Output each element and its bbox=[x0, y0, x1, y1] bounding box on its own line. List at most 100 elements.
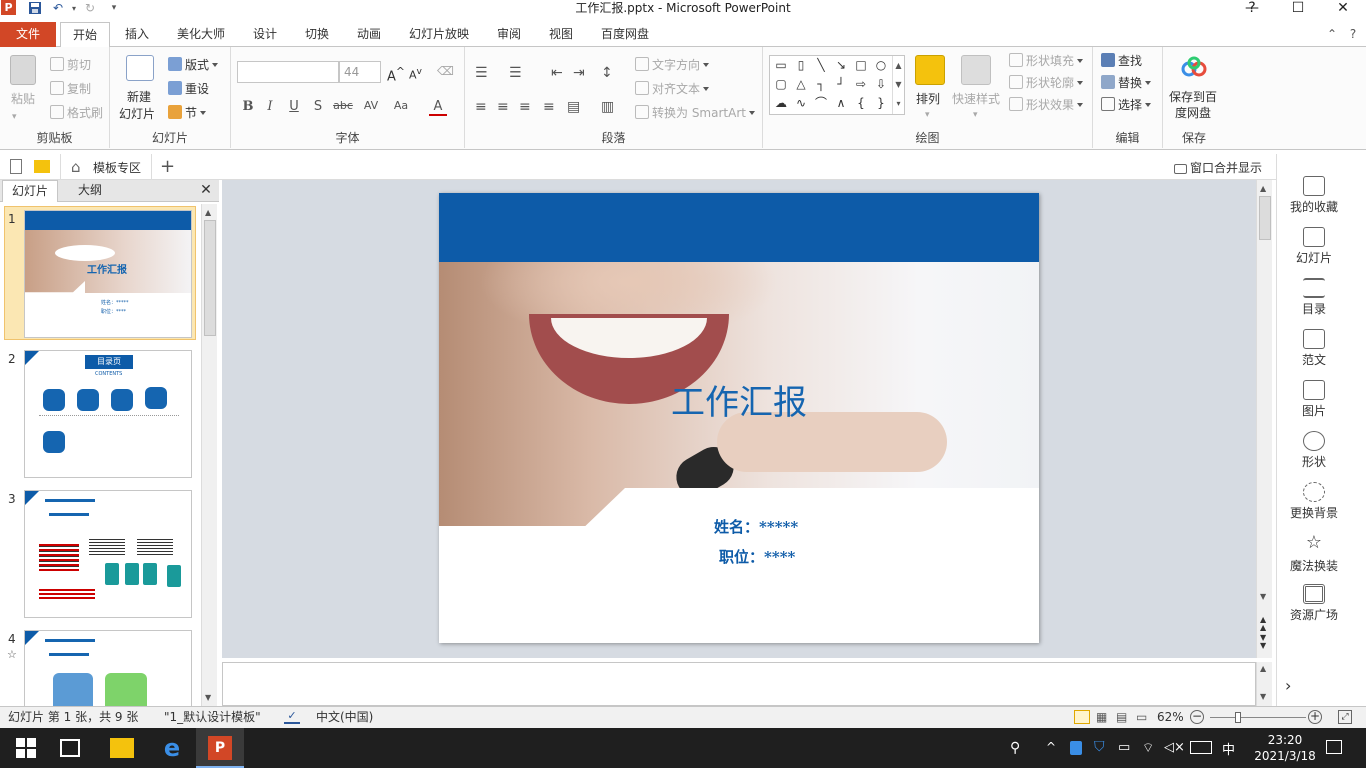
numbering-icon[interactable]: ☰ bbox=[509, 65, 522, 81]
theme-status[interactable]: "1_默认设计模板" bbox=[164, 707, 261, 727]
zoom-out-icon[interactable]: − bbox=[1190, 710, 1204, 724]
canvas-scrollbar[interactable]: ▲ ▼ ▲ ▲ ▼ ▼ bbox=[1256, 180, 1272, 658]
next-slide-icon[interactable]: ▼ ▼ bbox=[1260, 634, 1266, 650]
strikethrough-button[interactable]: abc bbox=[331, 99, 355, 112]
text-direction-button[interactable]: 文字方向 bbox=[635, 57, 710, 73]
scroll-up-icon[interactable]: ▲ bbox=[1260, 184, 1266, 193]
fit-to-window-icon[interactable]: ⤢ bbox=[1338, 710, 1352, 724]
slide-thumbnail-3[interactable] bbox=[24, 490, 192, 618]
baidu-cloud-icon[interactable] bbox=[1179, 55, 1209, 81]
images-button[interactable]: 图片 bbox=[1277, 380, 1351, 419]
people-icon[interactable]: ⚲ bbox=[1010, 740, 1020, 756]
scroll-thumb[interactable] bbox=[204, 220, 216, 336]
arrange-dropdown-icon[interactable]: ▾ bbox=[925, 107, 930, 123]
tab-transitions[interactable]: 切换 bbox=[294, 22, 340, 47]
slides-library-button[interactable]: 幻灯片 bbox=[1277, 227, 1351, 266]
wifi-icon[interactable]: ⌔ bbox=[1142, 740, 1154, 756]
quick-styles-icon[interactable] bbox=[961, 55, 991, 85]
char-spacing-button[interactable]: AV bbox=[359, 99, 383, 112]
slide-position-field[interactable]: 职位：**** bbox=[719, 546, 795, 567]
zoom-slider-thumb[interactable] bbox=[1234, 712, 1241, 723]
tab-slides[interactable]: 幻灯片 bbox=[2, 180, 58, 202]
slide-title[interactable]: 工作汇报 bbox=[439, 375, 1039, 424]
paste-button[interactable]: 粘贴 bbox=[11, 91, 35, 107]
underline-button[interactable]: U bbox=[285, 99, 303, 114]
line-shape-icon[interactable]: ╲ bbox=[812, 56, 830, 74]
paste-icon[interactable] bbox=[10, 55, 36, 85]
right-arrow-shape-icon[interactable]: ⇨ bbox=[852, 75, 870, 93]
powerpoint-logo-icon[interactable]: P bbox=[1, 0, 16, 15]
find-button[interactable]: 查找 bbox=[1101, 53, 1142, 69]
arc-shape-icon[interactable]: ⌒ bbox=[812, 94, 830, 112]
tray-app-icon[interactable] bbox=[1070, 741, 1082, 755]
thumbnail-scrollbar[interactable]: ▲ ▼ bbox=[201, 204, 217, 706]
layout-button[interactable]: 版式 bbox=[168, 57, 219, 73]
columns-icon[interactable]: ▥ bbox=[601, 99, 614, 115]
powerpoint-taskbar-button[interactable]: P bbox=[196, 728, 244, 768]
tab-view[interactable]: 视图 bbox=[538, 22, 584, 47]
tab-home[interactable]: 开始 bbox=[60, 22, 110, 48]
triangle-shape-icon[interactable]: △ bbox=[792, 75, 810, 93]
toc-button[interactable]: 目录 bbox=[1277, 278, 1351, 317]
reading-view-icon[interactable]: ▤ bbox=[1116, 710, 1127, 724]
language-status[interactable]: 中文(中国) bbox=[316, 707, 373, 727]
slide-name-field[interactable]: 姓名：***** bbox=[714, 516, 798, 537]
align-text-button[interactable]: 对齐文本 bbox=[635, 81, 710, 97]
add-tab-button[interactable]: + bbox=[160, 156, 175, 177]
tab-design[interactable]: 设计 bbox=[242, 22, 288, 47]
cloud-shape-icon[interactable]: ☁ bbox=[772, 94, 790, 112]
font-color-button[interactable]: A bbox=[429, 99, 447, 116]
reset-button[interactable]: 重设 bbox=[168, 81, 209, 97]
arrange-icon[interactable] bbox=[915, 55, 945, 85]
slide-sorter-icon[interactable]: ▦ bbox=[1096, 710, 1107, 724]
section-button[interactable]: 节 bbox=[168, 105, 207, 121]
minimize-button[interactable]: — bbox=[1229, 0, 1275, 18]
resource-plaza-button[interactable]: 资源广场 bbox=[1277, 584, 1351, 623]
font-name-input[interactable] bbox=[237, 61, 339, 83]
tab-animations[interactable]: 动画 bbox=[346, 22, 392, 47]
internet-explorer-icon[interactable]: e bbox=[160, 736, 184, 760]
volume-muted-icon[interactable]: ◁× bbox=[1164, 740, 1185, 755]
quick-styles-dropdown-icon[interactable]: ▾ bbox=[973, 107, 978, 123]
task-view-icon[interactable] bbox=[60, 739, 80, 757]
zoom-in-icon[interactable]: + bbox=[1308, 710, 1322, 724]
scroll-thumb[interactable] bbox=[1259, 196, 1271, 240]
scroll-down-icon[interactable]: ▼ bbox=[205, 693, 211, 702]
oval-shape-icon[interactable]: ○ bbox=[872, 56, 890, 74]
collapse-ribbon-icon[interactable]: ⌃ bbox=[1324, 22, 1340, 47]
undo-dropdown-icon[interactable]: ▾ bbox=[66, 1, 82, 16]
copy-button[interactable]: 复制 bbox=[50, 81, 91, 97]
scroll-down-icon[interactable]: ▼ bbox=[1260, 692, 1266, 701]
curve-shape-icon[interactable]: ∿ bbox=[792, 94, 810, 112]
clear-format-icon[interactable]: ⌫ bbox=[437, 63, 454, 79]
notes-pane[interactable] bbox=[222, 662, 1256, 706]
new-slide-label-1[interactable]: 新建 bbox=[127, 89, 151, 105]
close-button[interactable]: ✕ bbox=[1320, 0, 1366, 18]
scroll-up-icon[interactable]: ▲ bbox=[205, 208, 211, 217]
show-hidden-icons[interactable]: ^ bbox=[1046, 740, 1056, 754]
arrange-button[interactable]: 排列 bbox=[916, 91, 940, 107]
textbox-shape-icon[interactable]: ▭ bbox=[772, 56, 790, 74]
slide-thumbnail-2[interactable]: 目录页 CONTENTS bbox=[24, 350, 192, 478]
save-icon[interactable] bbox=[27, 1, 43, 16]
tab-outline[interactable]: 大纲 bbox=[60, 180, 120, 202]
notes-scrollbar[interactable]: ▲ ▼ bbox=[1256, 662, 1272, 706]
security-shield-icon[interactable]: ⛉ bbox=[1094, 739, 1105, 755]
down-arrow-shape-icon[interactable]: ⇩ bbox=[872, 75, 890, 93]
tab-baidu-netdisk[interactable]: 百度网盘 bbox=[592, 22, 658, 47]
file-explorer-icon[interactable] bbox=[110, 738, 134, 758]
replace-button[interactable]: 替换 bbox=[1101, 75, 1152, 91]
new-slide-icon[interactable] bbox=[126, 55, 154, 81]
previous-slide-icon[interactable]: ▲ ▲ bbox=[1260, 616, 1266, 632]
shapes-gallery[interactable]: ▭ ▯ ╲ ↘ □ ○ ▢ △ ┐ ┘ ⇨ ⇩ ☁ ∿ ⌒ ∧ { } ▲ ▼ ▾ bbox=[769, 55, 905, 115]
customize-toolbar-icon[interactable]: ▾ bbox=[106, 1, 122, 16]
close-panel-icon[interactable]: ✕ bbox=[196, 180, 216, 202]
arrow-line-shape-icon[interactable]: ↘ bbox=[832, 56, 850, 74]
rectangle-shape-icon[interactable]: □ bbox=[852, 56, 870, 74]
undo-icon[interactable]: ↶ bbox=[50, 1, 66, 16]
gallery-scroll-icon[interactable]: ▲ ▼ ▾ bbox=[892, 56, 904, 114]
shrink-font-icon[interactable]: Av bbox=[409, 64, 422, 84]
open-folder-icon[interactable] bbox=[34, 160, 50, 173]
change-background-button[interactable]: 更换背景 bbox=[1277, 482, 1351, 521]
slide-1[interactable]: 工作汇报 姓名：***** 职位：**** bbox=[439, 193, 1039, 643]
